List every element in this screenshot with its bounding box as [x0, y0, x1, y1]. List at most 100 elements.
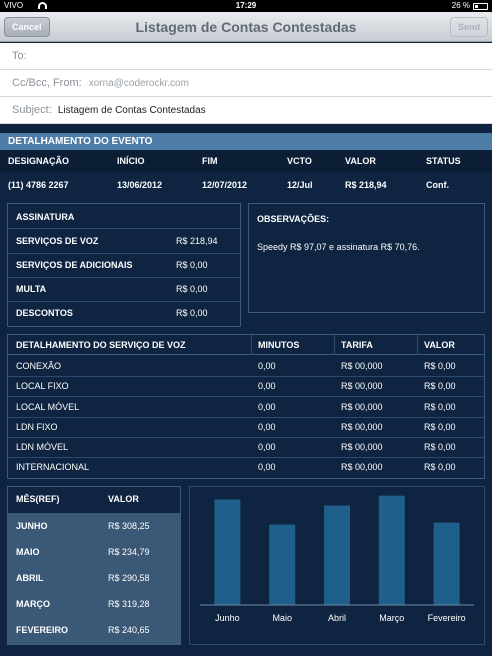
- col-fim: FIM: [202, 156, 218, 166]
- column-divider: [417, 335, 418, 355]
- mensal-valor: R$ 234,79: [108, 547, 150, 557]
- clock: 17:29: [235, 1, 257, 10]
- mensal-row[interactable]: FEVEREIRO R$ 240,65: [8, 617, 180, 644]
- col-inicio: INÍCIO: [117, 156, 145, 166]
- mensal-row[interactable]: ABRIL R$ 290,58: [8, 565, 180, 591]
- to-field[interactable]: To:: [0, 43, 492, 70]
- assinatura-row: SERVIÇOS DE VOZ R$ 218,94: [16, 229, 236, 253]
- voz-valor: R$ 0,00: [424, 361, 456, 371]
- column-divider: [334, 335, 335, 355]
- voz-valor: R$ 0,00: [424, 381, 456, 391]
- cell-status: Conf.: [426, 180, 449, 190]
- mensal-mes: FEVEREIRO: [16, 625, 69, 635]
- mensal-mes: ABRIL: [16, 573, 44, 583]
- voz-valor: R$ 0,00: [424, 402, 456, 412]
- voz-minutos: 0,00: [258, 402, 276, 412]
- page-title: Listagem de Contas Contestadas: [135, 19, 357, 35]
- chart-canvas: Junho Maio Abril Março Fevereiro: [200, 495, 474, 623]
- observacoes-title: OBSERVAÇÕES:: [257, 214, 330, 224]
- voz-servico: CONEXÃO: [16, 361, 62, 371]
- evento-title: DETALHAMENTO DO EVENTO: [0, 133, 492, 150]
- battery-percent: 26 %: [451, 1, 470, 10]
- col-servico: DETALHAMENTO DO SERVIÇO DE VOZ: [16, 340, 186, 350]
- cell-designacao: (11) 4786 2267: [8, 180, 69, 190]
- monthly-bar-chart: Junho Maio Abril Março Fevereiro: [189, 486, 485, 645]
- voz-tarifa: R$ 00,000: [341, 361, 383, 371]
- voz-valor: R$ 0,00: [424, 422, 456, 432]
- bar-junho: [214, 499, 241, 605]
- x-tick-label: Junho: [215, 613, 240, 623]
- assinatura-row: DESCONTOS R$ 0,00: [16, 301, 236, 325]
- assinatura-title-label: ASSINATURA: [16, 212, 75, 222]
- status-bar: VIVO 17:29 26 %: [0, 0, 492, 12]
- voz-valor: R$ 0,00: [424, 442, 456, 452]
- voz-tarifa: R$ 00,000: [341, 381, 383, 391]
- voz-row[interactable]: INTERNACIONAL 0,00 R$ 00,000 R$ 0,00: [8, 457, 484, 477]
- col-valor: VALOR: [108, 494, 139, 504]
- assinatura-value: R$ 0,00: [176, 284, 208, 294]
- voz-row[interactable]: LDN MÓVEL 0,00 R$ 00,000 R$ 0,00: [8, 437, 484, 457]
- voz-servico: LOCAL FIXO: [16, 381, 69, 391]
- voz-tarifa: R$ 00,000: [341, 462, 383, 472]
- cc-from-label: Cc/Bcc, From:: [12, 77, 82, 89]
- mensal-row[interactable]: JUNHO R$ 308,25: [8, 513, 180, 539]
- x-tick-label: Março: [379, 613, 404, 623]
- evento-header-row: DESIGNAÇÃO INÍCIO FIM VCTO VALOR STATUS: [0, 151, 492, 172]
- assinatura-label: DESCONTOS: [16, 308, 73, 318]
- voz-servico: INTERNACIONAL: [16, 462, 90, 472]
- voz-valor: R$ 0,00: [424, 462, 456, 472]
- observacoes-text: Speedy R$ 97,07 e assinatura R$ 70,76.: [257, 242, 420, 252]
- x-tick-label: Abril: [328, 613, 346, 623]
- navigation-bar: Cancel Listagem de Contas Contestadas Se…: [0, 12, 492, 42]
- voz-tarifa: R$ 00,000: [341, 422, 383, 432]
- cell-fim: 12/07/2012: [202, 180, 248, 190]
- col-valor: VALOR: [424, 340, 455, 350]
- assinatura-label: MULTA: [16, 284, 47, 294]
- assinatura-label: SERVIÇOS DE ADICIONAIS: [16, 260, 133, 270]
- cc-from-field[interactable]: Cc/Bcc, From: xorna@coderockr.com: [0, 70, 492, 97]
- voz-tarifa: R$ 00,000: [341, 442, 383, 452]
- col-vcto: VCTO: [287, 156, 312, 166]
- assinatura-value: R$ 0,00: [176, 260, 208, 270]
- to-label: To:: [12, 50, 27, 62]
- voz-servico: LOCAL MÓVEL: [16, 402, 80, 412]
- voz-row[interactable]: LOCAL FIXO 0,00 R$ 00,000 R$ 0,00: [8, 376, 484, 396]
- from-value: xorna@coderockr.com: [88, 78, 189, 89]
- mensal-mes: MARÇO: [16, 599, 50, 609]
- subject-field[interactable]: Subject: Listagem de Contas Contestadas: [0, 97, 492, 124]
- mensal-row[interactable]: MAIO R$ 234,79: [8, 539, 180, 565]
- voz-tarifa: R$ 00,000: [341, 402, 383, 412]
- voz-minutos: 0,00: [258, 422, 276, 432]
- voz-minutos: 0,00: [258, 361, 276, 371]
- bar-março: [378, 495, 405, 605]
- assinatura-value: R$ 0,00: [176, 308, 208, 318]
- x-tick-label: Fevereiro: [428, 613, 466, 623]
- mensal-valor: R$ 290,58: [108, 573, 150, 583]
- col-valor: VALOR: [345, 156, 376, 166]
- screen: VIVO 17:29 26 % Cancel Listagem de Conta…: [0, 0, 492, 656]
- mensal-row[interactable]: MARÇO R$ 319,28: [8, 591, 180, 617]
- bar-maio: [269, 524, 296, 605]
- voz-row[interactable]: LOCAL MÓVEL 0,00 R$ 00,000 R$ 0,00: [8, 397, 484, 417]
- mensal-valor: R$ 319,28: [108, 599, 150, 609]
- cell-vcto: 12/Jul: [287, 180, 313, 190]
- voz-servico: LDN MÓVEL: [16, 442, 69, 452]
- column-divider: [251, 335, 252, 355]
- assinatura-label: SERVIÇOS DE VOZ: [16, 236, 99, 246]
- voz-row[interactable]: CONEXÃO 0,00 R$ 00,000 R$ 0,00: [8, 356, 484, 376]
- voz-row[interactable]: LDN FIXO 0,00 R$ 00,000 R$ 0,00: [8, 417, 484, 437]
- col-status: STATUS: [426, 156, 461, 166]
- battery-icon: [473, 3, 488, 10]
- voz-minutos: 0,00: [258, 442, 276, 452]
- assinatura-row: MULTA R$ 0,00: [16, 277, 236, 301]
- bar-abril: [324, 505, 350, 605]
- mensal-mes: JUNHO: [16, 521, 48, 531]
- x-tick-label: Maio: [272, 613, 292, 623]
- mensal-header-row: MÊS(REF) VALOR: [8, 487, 180, 511]
- evento-data-row[interactable]: (11) 4786 2267 13/06/2012 12/07/2012 12/…: [0, 173, 492, 197]
- observacoes-panel: OBSERVAÇÕES: Speedy R$ 97,07 e assinatur…: [248, 203, 485, 313]
- assinatura-value: R$ 218,94: [176, 236, 218, 246]
- voz-minutos: 0,00: [258, 381, 276, 391]
- send-button[interactable]: Send: [449, 17, 488, 37]
- mensal-valor: R$ 240,65: [108, 625, 150, 635]
